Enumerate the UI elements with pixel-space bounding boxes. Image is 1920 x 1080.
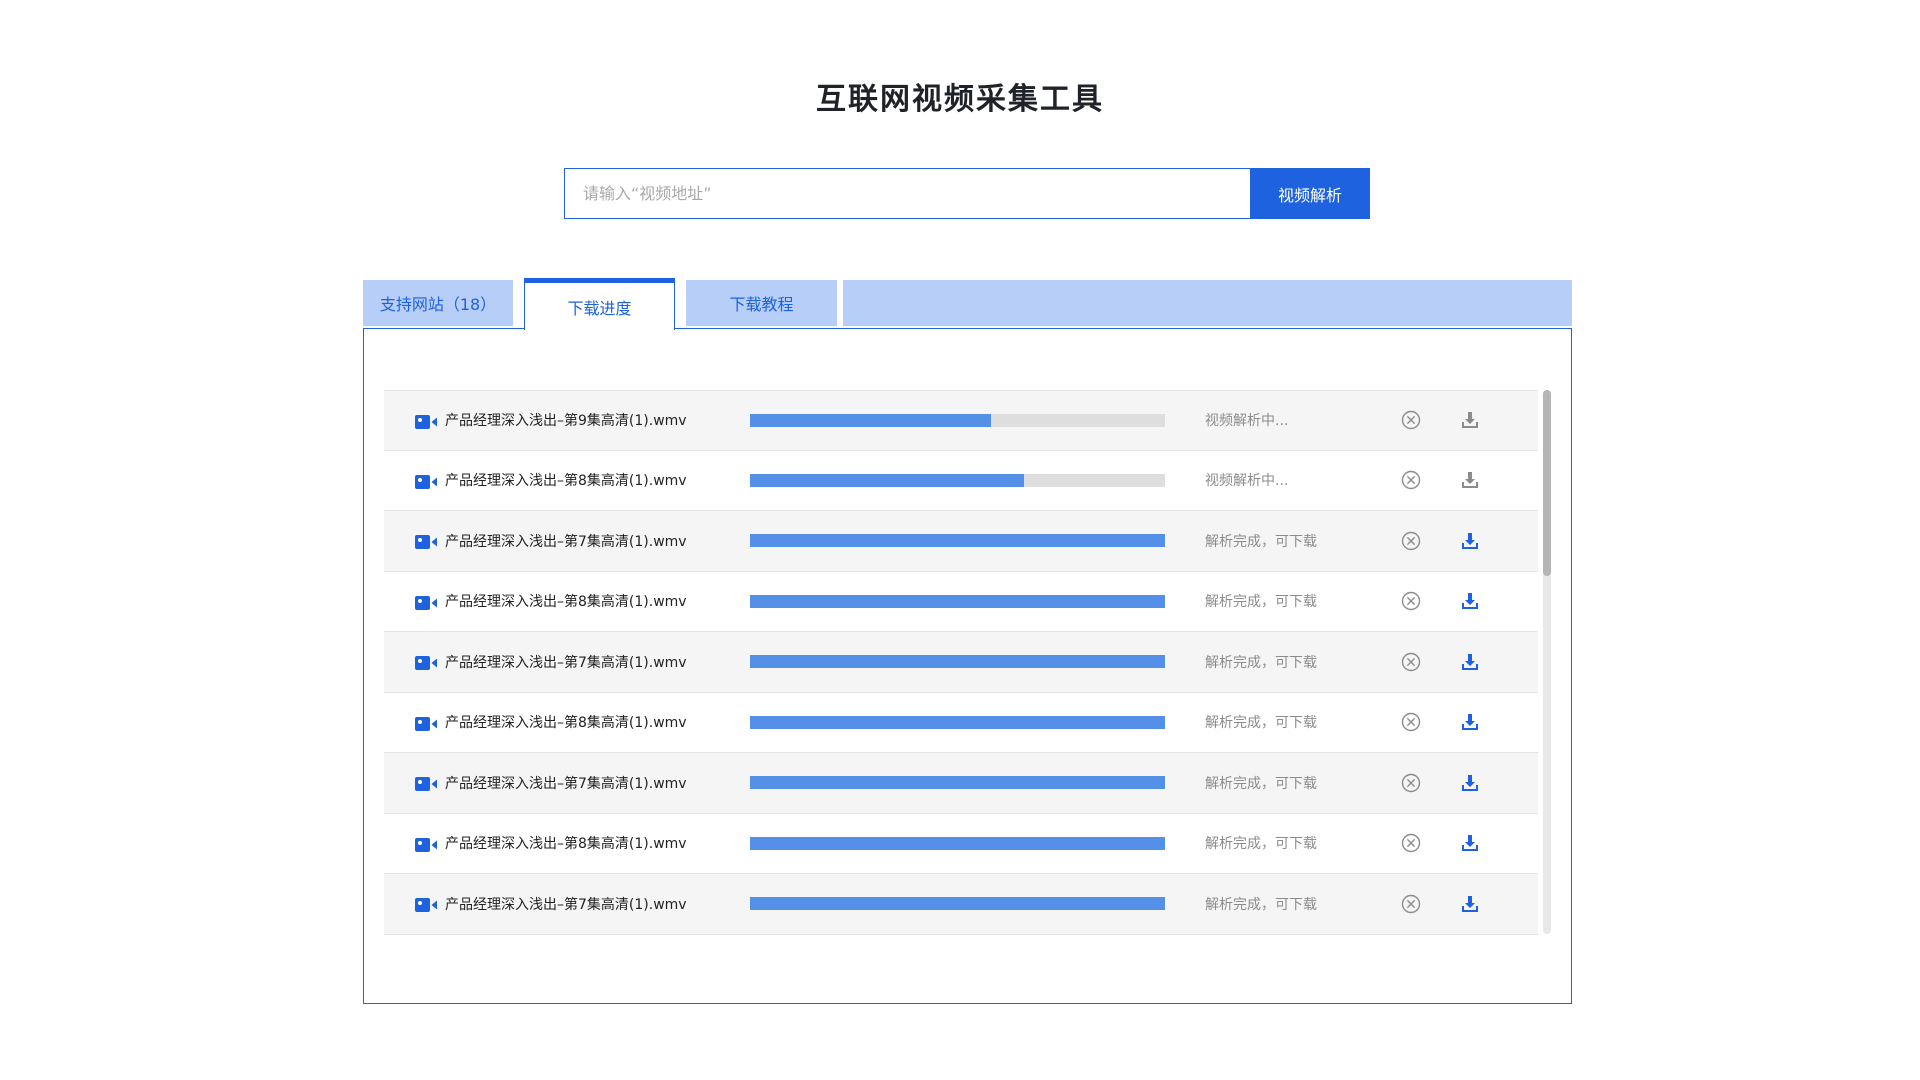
video-url-input[interactable] bbox=[564, 168, 1250, 219]
cancel-icon[interactable] bbox=[1401, 712, 1421, 732]
status-text: 解析完成，可下载 bbox=[1205, 594, 1317, 611]
tab-supported-sites[interactable]: 支持网站（18） bbox=[363, 280, 513, 326]
download-icon[interactable] bbox=[1460, 773, 1480, 793]
progress-fill bbox=[750, 776, 1165, 790]
download-icon[interactable] bbox=[1460, 591, 1480, 611]
progress-bar bbox=[750, 413, 1165, 427]
video-camera-icon bbox=[415, 776, 437, 791]
file-name: 产品经理深入浅出–第7集高清(1).wmv bbox=[445, 896, 687, 913]
file-name: 产品经理深入浅出–第7集高清(1).wmv bbox=[445, 775, 687, 792]
file-name: 产品经理深入浅出–第7集高清(1).wmv bbox=[445, 533, 687, 550]
download-list: 产品经理深入浅出–第9集高清(1).wmv 视频解析中... 产品经理深入浅出–… bbox=[384, 390, 1538, 935]
download-row: 产品经理深入浅出–第9集高清(1).wmv 视频解析中... bbox=[384, 390, 1538, 451]
video-camera-icon bbox=[415, 474, 437, 489]
status-text: 视频解析中... bbox=[1205, 413, 1289, 430]
progress-bar bbox=[750, 715, 1165, 729]
download-row: 产品经理深入浅出–第7集高清(1).wmv 解析完成，可下载 bbox=[384, 632, 1538, 693]
cancel-icon[interactable] bbox=[1401, 652, 1421, 672]
progress-bar bbox=[750, 534, 1165, 548]
status-text: 解析完成，可下载 bbox=[1205, 896, 1317, 913]
download-icon[interactable] bbox=[1460, 894, 1480, 914]
progress-fill bbox=[750, 655, 1165, 669]
cancel-icon[interactable] bbox=[1401, 773, 1421, 793]
cancel-icon[interactable] bbox=[1401, 833, 1421, 853]
download-row: 产品经理深入浅出–第8集高清(1).wmv 解析完成，可下载 bbox=[384, 814, 1538, 874]
progress-bar bbox=[750, 836, 1165, 850]
download-row: 产品经理深入浅出–第7集高清(1).wmv 解析完成，可下载 bbox=[384, 511, 1538, 572]
progress-bar bbox=[750, 776, 1165, 790]
download-panel: 产品经理深入浅出–第9集高清(1).wmv 视频解析中... 产品经理深入浅出–… bbox=[363, 328, 1572, 1004]
tab-download-tutorial[interactable]: 下载教程 bbox=[686, 280, 837, 326]
download-icon[interactable] bbox=[1460, 712, 1480, 732]
video-camera-icon bbox=[415, 595, 437, 610]
scrollbar[interactable] bbox=[1543, 390, 1551, 934]
scrollbar-thumb[interactable] bbox=[1543, 390, 1551, 576]
video-camera-icon bbox=[415, 414, 437, 429]
video-camera-icon bbox=[415, 837, 437, 852]
progress-fill bbox=[750, 836, 1165, 850]
status-text: 解析完成，可下载 bbox=[1205, 836, 1317, 853]
file-name: 产品经理深入浅出–第8集高清(1).wmv bbox=[445, 715, 687, 732]
tab-label: 支持网站（18） bbox=[379, 295, 497, 314]
tab-bar: 支持网站（18） 下载进度 下载教程 bbox=[363, 278, 1572, 330]
file-name: 产品经理深入浅出–第7集高清(1).wmv bbox=[445, 654, 687, 671]
progress-fill bbox=[750, 897, 1165, 911]
file-name: 产品经理深入浅出–第8集高清(1).wmv bbox=[445, 594, 687, 611]
download-row: 产品经理深入浅出–第7集高清(1).wmv 解析完成，可下载 bbox=[384, 874, 1538, 935]
download-icon[interactable] bbox=[1460, 470, 1480, 490]
video-camera-icon bbox=[415, 897, 437, 912]
cancel-icon[interactable] bbox=[1401, 531, 1421, 551]
download-icon[interactable] bbox=[1460, 531, 1480, 551]
tab-bar-filler bbox=[843, 280, 1572, 326]
tab-label: 下载进度 bbox=[567, 298, 632, 318]
cancel-icon[interactable] bbox=[1401, 591, 1421, 611]
status-text: 解析完成，可下载 bbox=[1205, 533, 1317, 550]
progress-bar bbox=[750, 594, 1165, 608]
download-row: 产品经理深入浅出–第8集高清(1).wmv 解析完成，可下载 bbox=[384, 572, 1538, 632]
cancel-icon[interactable] bbox=[1401, 470, 1421, 490]
download-icon[interactable] bbox=[1460, 410, 1480, 430]
video-camera-icon bbox=[415, 655, 437, 670]
progress-bar bbox=[750, 655, 1165, 669]
tab-label: 下载教程 bbox=[729, 295, 794, 314]
status-text: 视频解析中... bbox=[1205, 473, 1289, 490]
progress-fill bbox=[750, 473, 1024, 487]
tab-download-progress[interactable]: 下载进度 bbox=[524, 278, 675, 330]
status-text: 解析完成，可下载 bbox=[1205, 775, 1317, 792]
file-name: 产品经理深入浅出–第8集高清(1).wmv bbox=[445, 836, 687, 853]
status-text: 解析完成，可下载 bbox=[1205, 654, 1317, 671]
download-row: 产品经理深入浅出–第7集高清(1).wmv 解析完成，可下载 bbox=[384, 753, 1538, 814]
cancel-icon[interactable] bbox=[1401, 894, 1421, 914]
video-camera-icon bbox=[415, 716, 437, 731]
progress-fill bbox=[750, 413, 991, 427]
progress-bar bbox=[750, 897, 1165, 911]
video-camera-icon bbox=[415, 534, 437, 549]
download-icon[interactable] bbox=[1460, 652, 1480, 672]
file-name: 产品经理深入浅出–第9集高清(1).wmv bbox=[445, 413, 687, 430]
progress-fill bbox=[750, 594, 1165, 608]
download-row: 产品经理深入浅出–第8集高清(1).wmv 解析完成，可下载 bbox=[384, 693, 1538, 753]
file-name: 产品经理深入浅出–第8集高清(1).wmv bbox=[445, 473, 687, 490]
parse-video-button[interactable]: 视频解析 bbox=[1250, 168, 1370, 219]
cancel-icon[interactable] bbox=[1401, 410, 1421, 430]
download-icon[interactable] bbox=[1460, 833, 1480, 853]
download-row: 产品经理深入浅出–第8集高清(1).wmv 视频解析中... bbox=[384, 451, 1538, 511]
search-bar: 视频解析 bbox=[564, 168, 1370, 219]
progress-fill bbox=[750, 715, 1165, 729]
progress-bar bbox=[750, 473, 1165, 487]
status-text: 解析完成，可下载 bbox=[1205, 715, 1317, 732]
progress-fill bbox=[750, 534, 1165, 548]
page-title: 互联网视频采集工具 bbox=[816, 82, 1104, 117]
